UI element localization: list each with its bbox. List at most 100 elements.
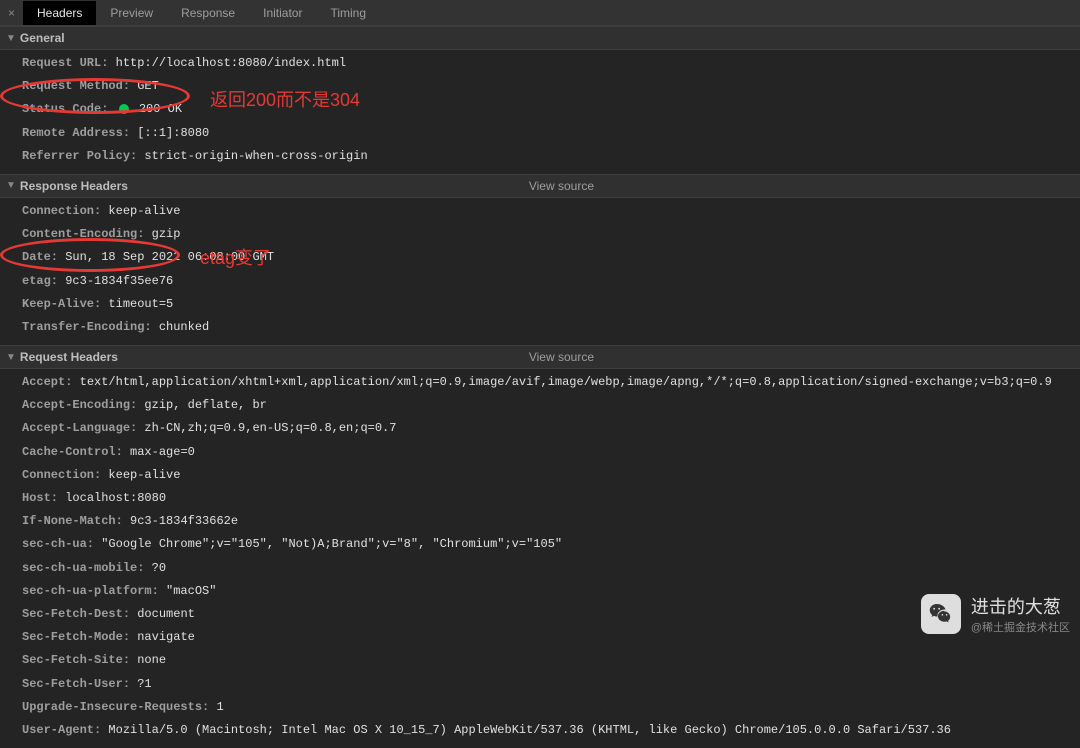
value: chunked — [159, 320, 209, 334]
label: etag: — [22, 274, 58, 288]
value: ?0 — [152, 561, 166, 575]
row-keep-alive: Keep-Alive: timeout=5 — [22, 293, 1080, 316]
value: gzip, deflate, br — [144, 398, 266, 412]
row-request-method: Request Method: GET — [22, 75, 1080, 98]
row-etag: etag: 9c3-1834f35ee76 — [22, 270, 1080, 293]
view-source-link[interactable]: View source — [529, 350, 594, 364]
value: navigate — [137, 630, 195, 644]
label: Sec-Fetch-Mode: — [22, 630, 130, 644]
watermark: 进击的大葱 @稀土掘金技术社区 — [921, 593, 1070, 635]
section-request-headers-header[interactable]: ▼ Request Headers View source — [0, 345, 1080, 369]
label: Connection: — [22, 468, 101, 482]
section-response-headers-body: Connection: keep-alive Content-Encoding:… — [0, 198, 1080, 345]
label: Status Code: — [22, 102, 108, 116]
label: Keep-Alive: — [22, 297, 101, 311]
annotation-text-status: 返回200而不是304 — [210, 86, 360, 112]
label: Sec-Fetch-Site: — [22, 653, 130, 667]
value: document — [137, 607, 195, 621]
chevron-down-icon: ▼ — [6, 33, 16, 44]
row-sec-ch-ua-mobile: sec-ch-ua-mobile: ?0 — [22, 557, 1080, 580]
label: Remote Address: — [22, 126, 130, 140]
row-sec-ch-ua: sec-ch-ua: "Google Chrome";v="105", "Not… — [22, 533, 1080, 556]
label: Transfer-Encoding: — [22, 320, 152, 334]
value: localhost:8080 — [65, 491, 166, 505]
label: Host: — [22, 491, 58, 505]
row-date: Date: Sun, 18 Sep 2022 06:08:00 GMT — [22, 246, 1080, 269]
devtools-tabs: × Headers Preview Response Initiator Tim… — [0, 0, 1080, 26]
tab-headers[interactable]: Headers — [23, 1, 96, 25]
label: sec-ch-ua-mobile: — [22, 561, 144, 575]
label: Referrer Policy: — [22, 149, 137, 163]
value: 9c3-1834f35ee76 — [65, 274, 173, 288]
close-icon[interactable]: × — [0, 6, 23, 20]
chevron-down-icon: ▼ — [6, 352, 16, 363]
row-sec-fetch-site: Sec-Fetch-Site: none — [22, 649, 1080, 672]
row-remote-address: Remote Address: [::1]:8080 — [22, 122, 1080, 145]
section-general-body: Request URL: http://localhost:8080/index… — [0, 50, 1080, 174]
label: Date: — [22, 250, 58, 264]
label: Accept-Language: — [22, 421, 137, 435]
row-user-agent: User-Agent: Mozilla/5.0 (Macintosh; Inte… — [22, 719, 1080, 742]
label: If-None-Match: — [22, 514, 123, 528]
view-source-link[interactable]: View source — [529, 179, 594, 193]
value: GET — [137, 79, 159, 93]
value: gzip — [152, 227, 181, 241]
label: Upgrade-Insecure-Requests: — [22, 700, 209, 714]
tab-timing[interactable]: Timing — [316, 1, 380, 25]
row-accept: Accept: text/html,application/xhtml+xml,… — [22, 371, 1080, 394]
label: Cache-Control: — [22, 445, 123, 459]
value: none — [137, 653, 166, 667]
value: zh-CN,zh;q=0.9,en-US;q=0.8,en;q=0.7 — [144, 421, 396, 435]
value: keep-alive — [108, 204, 180, 218]
section-request-headers-body: Accept: text/html,application/xhtml+xml,… — [0, 369, 1080, 748]
annotation-text-etag: etag变了 — [200, 244, 271, 270]
value: [::1]:8080 — [137, 126, 209, 140]
row-request-url: Request URL: http://localhost:8080/index… — [22, 52, 1080, 75]
value: Mozilla/5.0 (Macintosh; Intel Mac OS X 1… — [108, 723, 951, 737]
tab-initiator[interactable]: Initiator — [249, 1, 316, 25]
section-response-headers-header[interactable]: ▼ Response Headers View source — [0, 174, 1080, 198]
value: http://localhost:8080/index.html — [116, 56, 346, 70]
value: "Google Chrome";v="105", "Not)A;Brand";v… — [101, 537, 562, 551]
value: "macOS" — [166, 584, 216, 598]
row-upgrade-insecure: Upgrade-Insecure-Requests: 1 — [22, 696, 1080, 719]
label: Request Method: — [22, 79, 130, 93]
wechat-icon — [921, 594, 961, 634]
label: Sec-Fetch-Dest: — [22, 607, 130, 621]
value: ?1 — [137, 677, 151, 691]
row-cache-control: Cache-Control: max-age=0 — [22, 441, 1080, 464]
section-title: Request Headers — [20, 350, 118, 364]
watermark-text: 进击的大葱 @稀土掘金技术社区 — [971, 593, 1070, 635]
row-if-none-match: If-None-Match: 9c3-1834f33662e — [22, 510, 1080, 533]
value: text/html,application/xhtml+xml,applicat… — [80, 375, 1052, 389]
section-general-header[interactable]: ▼ General — [0, 26, 1080, 50]
value: 9c3-1834f33662e — [130, 514, 238, 528]
label: User-Agent: — [22, 723, 101, 737]
value: keep-alive — [108, 468, 180, 482]
label: sec-ch-ua-platform: — [22, 584, 159, 598]
section-title: Response Headers — [20, 179, 128, 193]
row-host: Host: localhost:8080 — [22, 487, 1080, 510]
value: strict-origin-when-cross-origin — [144, 149, 367, 163]
chevron-down-icon: ▼ — [6, 180, 16, 191]
status-dot-icon — [119, 104, 129, 114]
row-content-encoding: Content-Encoding: gzip — [22, 223, 1080, 246]
value: max-age=0 — [130, 445, 195, 459]
row-referrer-policy: Referrer Policy: strict-origin-when-cros… — [22, 145, 1080, 168]
label: Accept-Encoding: — [22, 398, 137, 412]
section-title: General — [20, 31, 65, 45]
tab-response[interactable]: Response — [167, 1, 249, 25]
watermark-sub: @稀土掘金技术社区 — [971, 619, 1070, 635]
row-accept-encoding: Accept-Encoding: gzip, deflate, br — [22, 394, 1080, 417]
row-sec-fetch-user: Sec-Fetch-User: ?1 — [22, 673, 1080, 696]
label: sec-ch-ua: — [22, 537, 94, 551]
row-connection: Connection: keep-alive — [22, 464, 1080, 487]
row-transfer-encoding: Transfer-Encoding: chunked — [22, 316, 1080, 339]
label: Request URL: — [22, 56, 108, 70]
row-connection: Connection: keep-alive — [22, 200, 1080, 223]
watermark-title: 进击的大葱 — [971, 593, 1070, 619]
label: Connection: — [22, 204, 101, 218]
label: Sec-Fetch-User: — [22, 677, 130, 691]
value: 1 — [216, 700, 223, 714]
tab-preview[interactable]: Preview — [96, 1, 167, 25]
